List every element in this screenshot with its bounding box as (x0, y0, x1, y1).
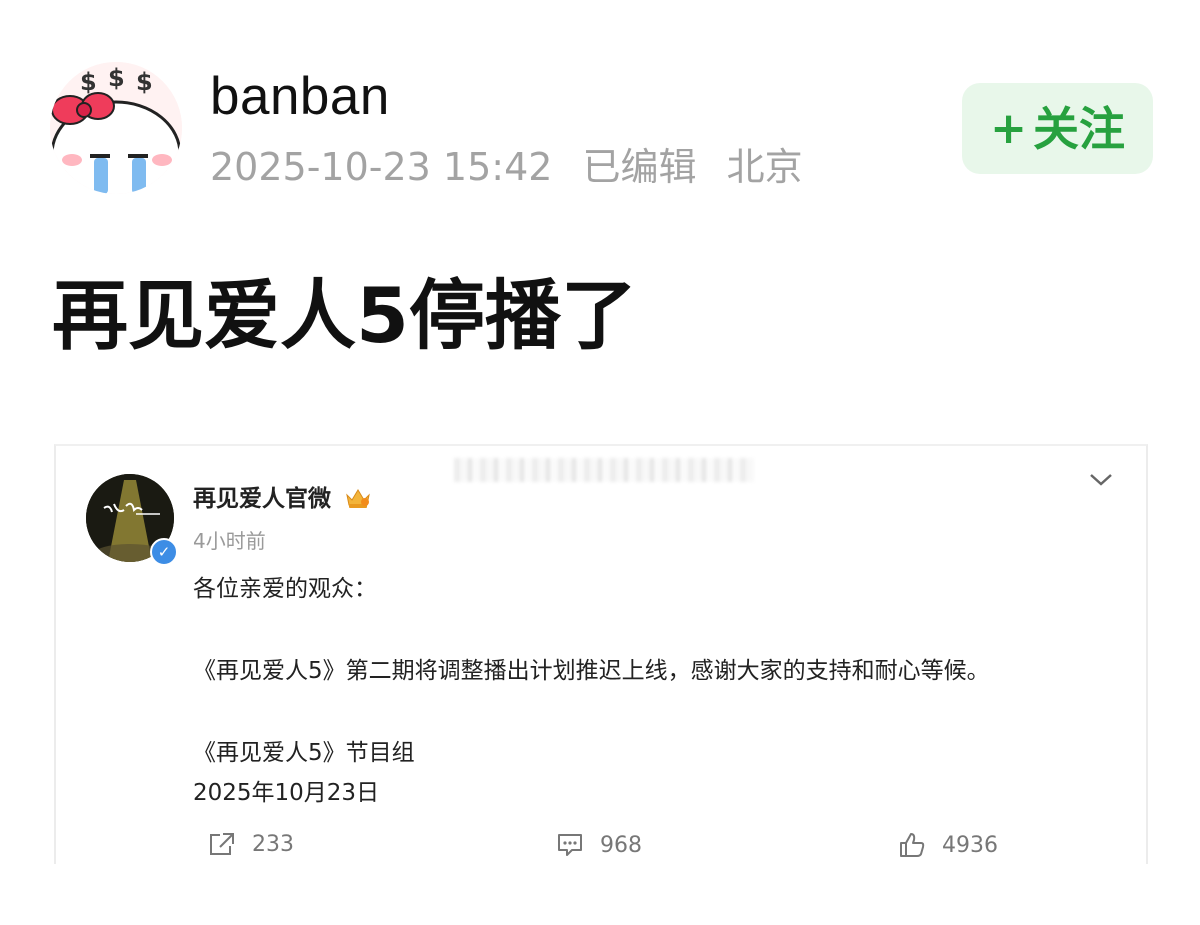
post-time-ago: 4小时前 (193, 529, 266, 553)
cat-avatar-image: $ $ $ (50, 62, 182, 194)
chevron-down-icon[interactable] (1086, 468, 1116, 492)
blurred-header-strip (454, 458, 754, 482)
comment-action[interactable]: 968 (556, 831, 642, 859)
account-name-row[interactable]: 再见爱人官微 (193, 482, 371, 516)
comment-icon (558, 834, 582, 856)
author-username[interactable]: banban (210, 67, 390, 127)
announcement-date: 2025年10月23日 (193, 780, 380, 806)
announcement-body: 《再见爱人5》第二期将调整播出计划推迟上线，感谢大家的支持和耐心等候。 (193, 658, 990, 684)
comment-count: 968 (600, 832, 642, 858)
repost-count: 233 (252, 831, 294, 857)
plus-icon: + (990, 102, 1027, 154)
svg-text:$: $ (136, 68, 153, 96)
thumbs-up-icon (900, 833, 925, 857)
edited-label: 已编辑 (582, 145, 697, 189)
embedded-screenshot: ✓ 再见爱人官微 4小时前 各位亲爱的观众： 《再见爱人5》第二期将调整播出计划… (54, 444, 1148, 864)
share-icon (210, 833, 234, 855)
repost-action[interactable]: 233 (208, 831, 294, 857)
follow-label: 关注 (1032, 101, 1125, 156)
author-avatar[interactable]: $ $ $ (50, 62, 182, 194)
follow-button[interactable]: + 关注 (962, 83, 1153, 174)
post-meta: 2025-10-23 15:42 已编辑 北京 (210, 144, 821, 190)
post-location: 北京 (726, 145, 803, 189)
post-page: $ $ $ banban 2025-10-23 15:42 已编辑 北京 + 关… (0, 0, 1200, 925)
like-action[interactable]: 4936 (898, 831, 998, 859)
svg-text:$: $ (80, 68, 97, 96)
account-name: 再见爱人官微 (193, 486, 331, 512)
crown-badge-icon (346, 488, 370, 508)
post-timestamp: 2025-10-23 15:42 (210, 145, 553, 189)
like-count: 4936 (942, 832, 998, 858)
announcement-signature: 《再见爱人5》节目组 (193, 740, 415, 766)
announcement-greeting: 各位亲爱的观众： (193, 576, 377, 602)
post-text: 再见爱人5停播了 (52, 271, 637, 360)
verified-badge-icon: ✓ (150, 538, 178, 566)
svg-text:$: $ (108, 64, 125, 92)
